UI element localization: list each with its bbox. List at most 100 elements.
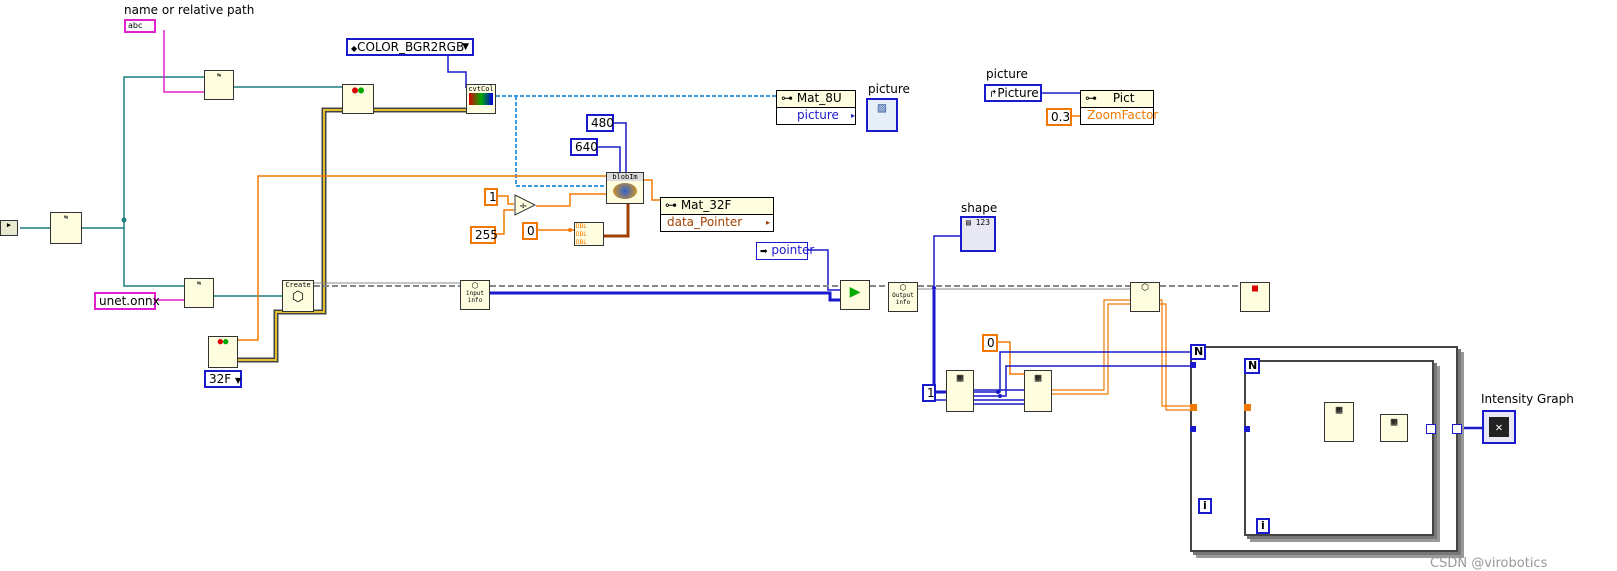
wire-array-out-b <box>1052 303 1130 395</box>
loop-index-inner: i <box>1256 518 1270 534</box>
forward-vi[interactable]: ▶ <box>840 280 870 310</box>
mat-type-value: 32F <box>209 372 232 386</box>
output-info-vi[interactable]: ⬡ Output info <box>888 282 918 312</box>
close-net-vi[interactable]: ■ <box>1240 282 1270 312</box>
mat8u-class-label: Mat_8U <box>796 91 842 105</box>
index-array-node[interactable]: ▦ <box>946 370 974 412</box>
dbl-input-1: DBL <box>576 223 587 230</box>
mat32f-property-node[interactable]: ⊶ Mat_32F data_Pointer ▸ <box>660 197 774 232</box>
open-reference-vi[interactable]: ⇆ <box>50 212 82 244</box>
graph-icon: ✕ <box>1489 417 1509 437</box>
build-path-vi[interactable]: ⇆ <box>204 70 234 100</box>
array-convert-node[interactable]: ▦ <box>1380 414 1408 442</box>
divide-icon: ÷ <box>519 201 527 212</box>
mat8u-property-picture: picture <box>797 108 839 122</box>
pict-class-label: Pict <box>1112 91 1135 105</box>
loop-index-outer: i <box>1198 498 1212 514</box>
path-control-terminal[interactable]: abc <box>124 19 156 33</box>
wire-orange-type <box>238 175 606 341</box>
picture-indicator[interactable]: ▨ <box>866 98 898 132</box>
picture-reference-control[interactable]: ↱Picture <box>984 84 1042 102</box>
tunnel-out-inner <box>1426 424 1436 434</box>
intensity-graph-terminal[interactable]: ✕ <box>1482 410 1516 444</box>
array-icon: ▤ 123 <box>965 218 991 227</box>
array-grid-icon: ▦ <box>956 371 964 384</box>
create-net-vi[interactable]: Create ⬡ <box>282 280 314 312</box>
onnx-path-constant[interactable]: unet.onnx <box>94 292 160 310</box>
dbl-input-3: DBL <box>576 239 587 246</box>
picture-icon: ▨ <box>877 100 887 116</box>
dropdown-arrow-icon: ▼ <box>235 376 242 385</box>
polyhedron-icon: ⬡ <box>291 289 305 305</box>
array-grid-icon: ▦ <box>1034 371 1042 384</box>
label-picture-indicator: picture <box>868 82 910 96</box>
label-shape: shape <box>961 201 998 215</box>
color-enum-value: COLOR_BGR2RGB <box>357 40 465 54</box>
scale-constant[interactable]: 255 <box>470 226 498 244</box>
one-constant[interactable]: 1 <box>484 188 498 206</box>
wire-loop-a <box>1160 299 1194 407</box>
wire-color-enum <box>447 52 467 88</box>
loop-count-outer[interactable]: N <box>1190 344 1206 360</box>
gear-icon: ⬡ <box>1141 283 1149 293</box>
width-constant[interactable]: 640 <box>570 138 598 156</box>
stop-icon: ■ <box>1251 283 1259 294</box>
gear-icon: ⬡ <box>899 283 907 292</box>
data-pointer-property: data_Pointer <box>667 215 743 229</box>
label-intensity-graph: Intensity Graph <box>1481 392 1574 406</box>
blob-label: blobIm <box>607 173 643 181</box>
wire-scale-255 <box>496 209 514 235</box>
dropdown-arrow-icon: ▼ <box>462 42 469 52</box>
property-ref-icon: ⊶ <box>781 91 793 105</box>
build-array-node[interactable]: DBL DBL DBL <box>574 222 604 246</box>
mat8u-property-node[interactable]: ⊶ Mat_8U picture ▸ <box>776 90 856 125</box>
zero-constant[interactable]: 0 <box>522 222 538 240</box>
zoom-constant[interactable]: 0.3 <box>1046 108 1072 126</box>
property-ref-icon: ⊶ <box>665 198 677 212</box>
divide-node[interactable]: ÷ <box>514 194 536 216</box>
wire-dbl-array <box>604 200 630 238</box>
zoomfactor-property: ZoomFactor <box>1087 108 1159 122</box>
wire-shape <box>933 235 960 288</box>
watermark: CSDN @virobotics <box>1430 556 1548 571</box>
wire-zero-b <box>998 341 1024 375</box>
input-info-vi[interactable]: ⬡ input info <box>460 280 490 310</box>
cvtcolor-vi[interactable]: cvtCol <box>466 84 496 114</box>
pict-property-node[interactable]: ⊶ Pict ZoomFactor <box>1080 90 1158 125</box>
tunnel-array-inner <box>1244 404 1251 411</box>
loop-count-inner[interactable]: N <box>1244 358 1260 374</box>
wire-loop-b <box>1160 303 1194 411</box>
pointer-indicator[interactable]: ➡ pointer <box>756 242 814 260</box>
label-picture-control: picture <box>986 67 1028 81</box>
mat-create-vi[interactable]: ●● <box>208 336 238 368</box>
wire-scale-out <box>536 193 606 207</box>
shape-array-indicator[interactable]: ▤ 123 <box>960 216 996 252</box>
blobfromimage-vi[interactable]: blobIm <box>606 172 644 204</box>
color-enum-constant[interactable]: ◆COLOR_BGR2RGB ▼ <box>346 38 474 56</box>
wire-pink-name <box>163 30 204 93</box>
pointer-label: pointer <box>771 243 815 257</box>
tunnel-out-outer <box>1452 424 1462 434</box>
gear-icon: ⬡ <box>471 281 479 290</box>
tunnel-i-inner <box>1244 426 1250 432</box>
property-ref-icon: ⊶ <box>1085 91 1097 105</box>
height-constant[interactable]: 480 <box>586 114 614 132</box>
zero-b-constant[interactable]: 0 <box>982 334 998 352</box>
reshape-array-node[interactable]: ▦ <box>1024 370 1052 412</box>
one-b-constant[interactable]: 1 <box>922 384 936 402</box>
build-path-vi-2[interactable]: ⇆ <box>184 278 214 308</box>
array-grid-icon: ▦ <box>1390 415 1398 428</box>
label-name-path: name or relative path <box>124 3 255 17</box>
start-icon[interactable]: ▶ <box>0 220 18 236</box>
wire-array-out-a <box>1052 299 1130 391</box>
wire-640 <box>598 146 621 172</box>
output-info-label: Output info <box>892 292 914 306</box>
index-array-inner-node[interactable]: ▦ <box>1324 402 1354 442</box>
tunnel-i-outer <box>1190 426 1196 432</box>
get-output-vi[interactable]: ⬡ <box>1130 282 1160 312</box>
pointer-arrow-icon: ➡ <box>760 247 768 257</box>
wire-teal-main2 <box>82 76 204 229</box>
imread-vi[interactable]: ●● <box>342 84 374 114</box>
mat-type-constant[interactable]: 32F ▼ <box>204 370 242 388</box>
inner-for-loop[interactable] <box>1244 360 1434 536</box>
